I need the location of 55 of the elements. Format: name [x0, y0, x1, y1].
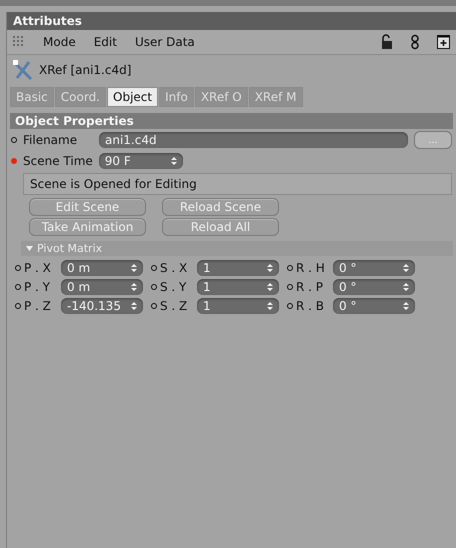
number-field[interactable]: 0 m [61, 279, 143, 295]
field-label: P . Z [24, 299, 52, 313]
field-label: R . H [296, 261, 326, 275]
number-field[interactable]: 1 [197, 298, 279, 314]
keyframe-icon[interactable] [287, 303, 293, 309]
padlock-icon[interactable] [381, 34, 393, 50]
field-label: S . Z [160, 299, 188, 313]
number-field[interactable]: 1 [197, 260, 279, 276]
filename-field[interactable]: ani1.c4d [99, 132, 408, 148]
menu-item[interactable]: Mode [43, 35, 76, 49]
stepper-icon[interactable] [403, 301, 409, 311]
tab[interactable]: Object [107, 87, 158, 107]
section-header: Object Properties [10, 113, 453, 129]
stepper-icon[interactable] [267, 301, 273, 311]
field-label: Filename [23, 133, 78, 147]
keyframe-icon[interactable] [151, 265, 157, 271]
keyframe-icon[interactable] [151, 303, 157, 309]
grip-icon[interactable] [13, 36, 25, 48]
keyframe-icon[interactable] [15, 284, 21, 290]
xref-object-icon [11, 59, 35, 81]
stepper-icon[interactable] [267, 282, 273, 292]
stepper-icon[interactable] [267, 263, 273, 273]
number-field[interactable]: 1 [197, 279, 279, 295]
number-field[interactable]: 0 ° [333, 279, 415, 295]
keyframe-icon[interactable] [287, 284, 293, 290]
number-field[interactable]: 0 ° [333, 260, 415, 276]
field-label: P . X [24, 261, 52, 275]
menu-item[interactable]: User Data [134, 35, 195, 49]
keyframe-icon[interactable] [15, 265, 21, 271]
field-label: R . P [296, 280, 324, 294]
stepper-icon[interactable] [131, 301, 137, 311]
link-icon[interactable] [411, 34, 419, 50]
field-label: P . Y [24, 280, 52, 294]
status-field: Scene is Opened for Editing [23, 173, 452, 195]
number-field[interactable]: -140.135 [61, 298, 143, 314]
number-field[interactable]: 0 m [61, 260, 143, 276]
new-panel-icon[interactable] [437, 35, 450, 49]
number-field[interactable]: 0 ° [333, 298, 415, 314]
object-name: XRef [ani1.c4d] [39, 63, 132, 77]
stepper-icon[interactable] [403, 263, 409, 273]
panel-title: Attributes [7, 12, 456, 30]
field-label: R . B [296, 299, 326, 313]
keyframe-icon[interactable] [151, 284, 157, 290]
keyframe-icon[interactable] [15, 303, 21, 309]
field-label: Scene Time [23, 154, 93, 168]
stepper-icon[interactable] [170, 156, 177, 166]
stepper-icon[interactable] [131, 263, 137, 273]
stepper-icon[interactable] [403, 282, 409, 292]
keyframe-icon[interactable] [11, 137, 17, 143]
field-label: S . Y [160, 280, 188, 294]
scene-time-field[interactable]: 90 F [98, 153, 183, 169]
keyframe-icon[interactable] [287, 265, 293, 271]
field-label: S . X [160, 261, 188, 275]
stepper-icon[interactable] [131, 282, 137, 292]
menu-item[interactable]: Edit [94, 35, 117, 49]
